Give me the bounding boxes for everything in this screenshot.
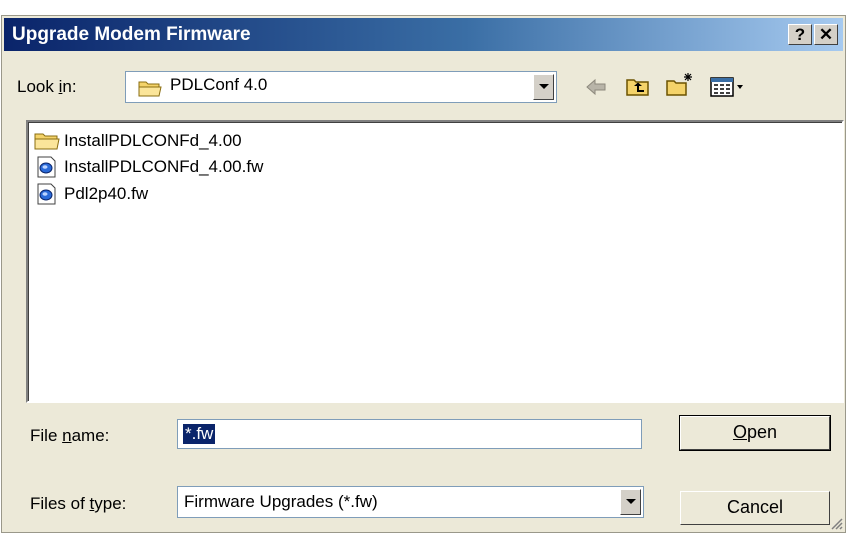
file-name-field[interactable]: *.fw — [177, 419, 642, 449]
file-type-dropdown[interactable]: Firmware Upgrades (*.fw) — [177, 486, 644, 518]
new-folder-icon[interactable] — [665, 71, 695, 97]
open-button[interactable]: Open — [679, 415, 831, 451]
title-bar[interactable]: Upgrade Modem Firmware ? ✕ — [4, 18, 843, 51]
cancel-button[interactable]: Cancel — [680, 491, 830, 525]
back-arrow-icon[interactable] — [584, 76, 608, 98]
folder-icon — [34, 133, 60, 150]
look-in-dropdown-arrow[interactable] — [533, 74, 554, 100]
look-in-value: PDLConf 4.0 — [170, 75, 268, 94]
list-item[interactable]: InstallPDLCONFd_4.00.fw — [34, 154, 263, 180]
file-type-dropdown-arrow[interactable] — [620, 489, 641, 515]
file-type-value: Firmware Upgrades (*.fw) — [184, 492, 378, 511]
look-in-dropdown[interactable]: PDLConf 4.0 — [125, 71, 557, 103]
fw-file-icon — [37, 183, 56, 205]
file-name: InstallPDLCONFd_4.00.fw — [64, 157, 264, 176]
file-name-value: *.fw — [181, 423, 217, 445]
view-menu-icon[interactable] — [710, 76, 746, 98]
resize-grip-icon[interactable] — [829, 516, 843, 530]
file-list[interactable]: InstallPDLCONFd_4.00 InstallPDLCONFd_4.0… — [26, 120, 844, 403]
folder-icon — [138, 81, 162, 97]
window-title: Upgrade Modem Firmware — [12, 24, 251, 45]
file-name-label: File name: — [30, 426, 110, 445]
list-item[interactable]: InstallPDLCONFd_4.00 — [34, 128, 242, 154]
help-button[interactable]: ? — [788, 24, 812, 45]
fw-file-icon — [37, 156, 56, 178]
look-in-label: Look in: — [17, 77, 77, 96]
file-name: InstallPDLCONFd_4.00 — [64, 131, 242, 150]
file-name: Pdl2p40.fw — [64, 184, 149, 203]
close-button[interactable]: ✕ — [814, 24, 838, 45]
file-type-label: Files of type: — [30, 494, 127, 513]
up-one-level-icon[interactable] — [625, 75, 651, 97]
upgrade-firmware-dialog: Upgrade Modem Firmware ? ✕ Look in: PDLC… — [1, 15, 846, 533]
list-item[interactable]: Pdl2p40.fw — [34, 181, 148, 207]
